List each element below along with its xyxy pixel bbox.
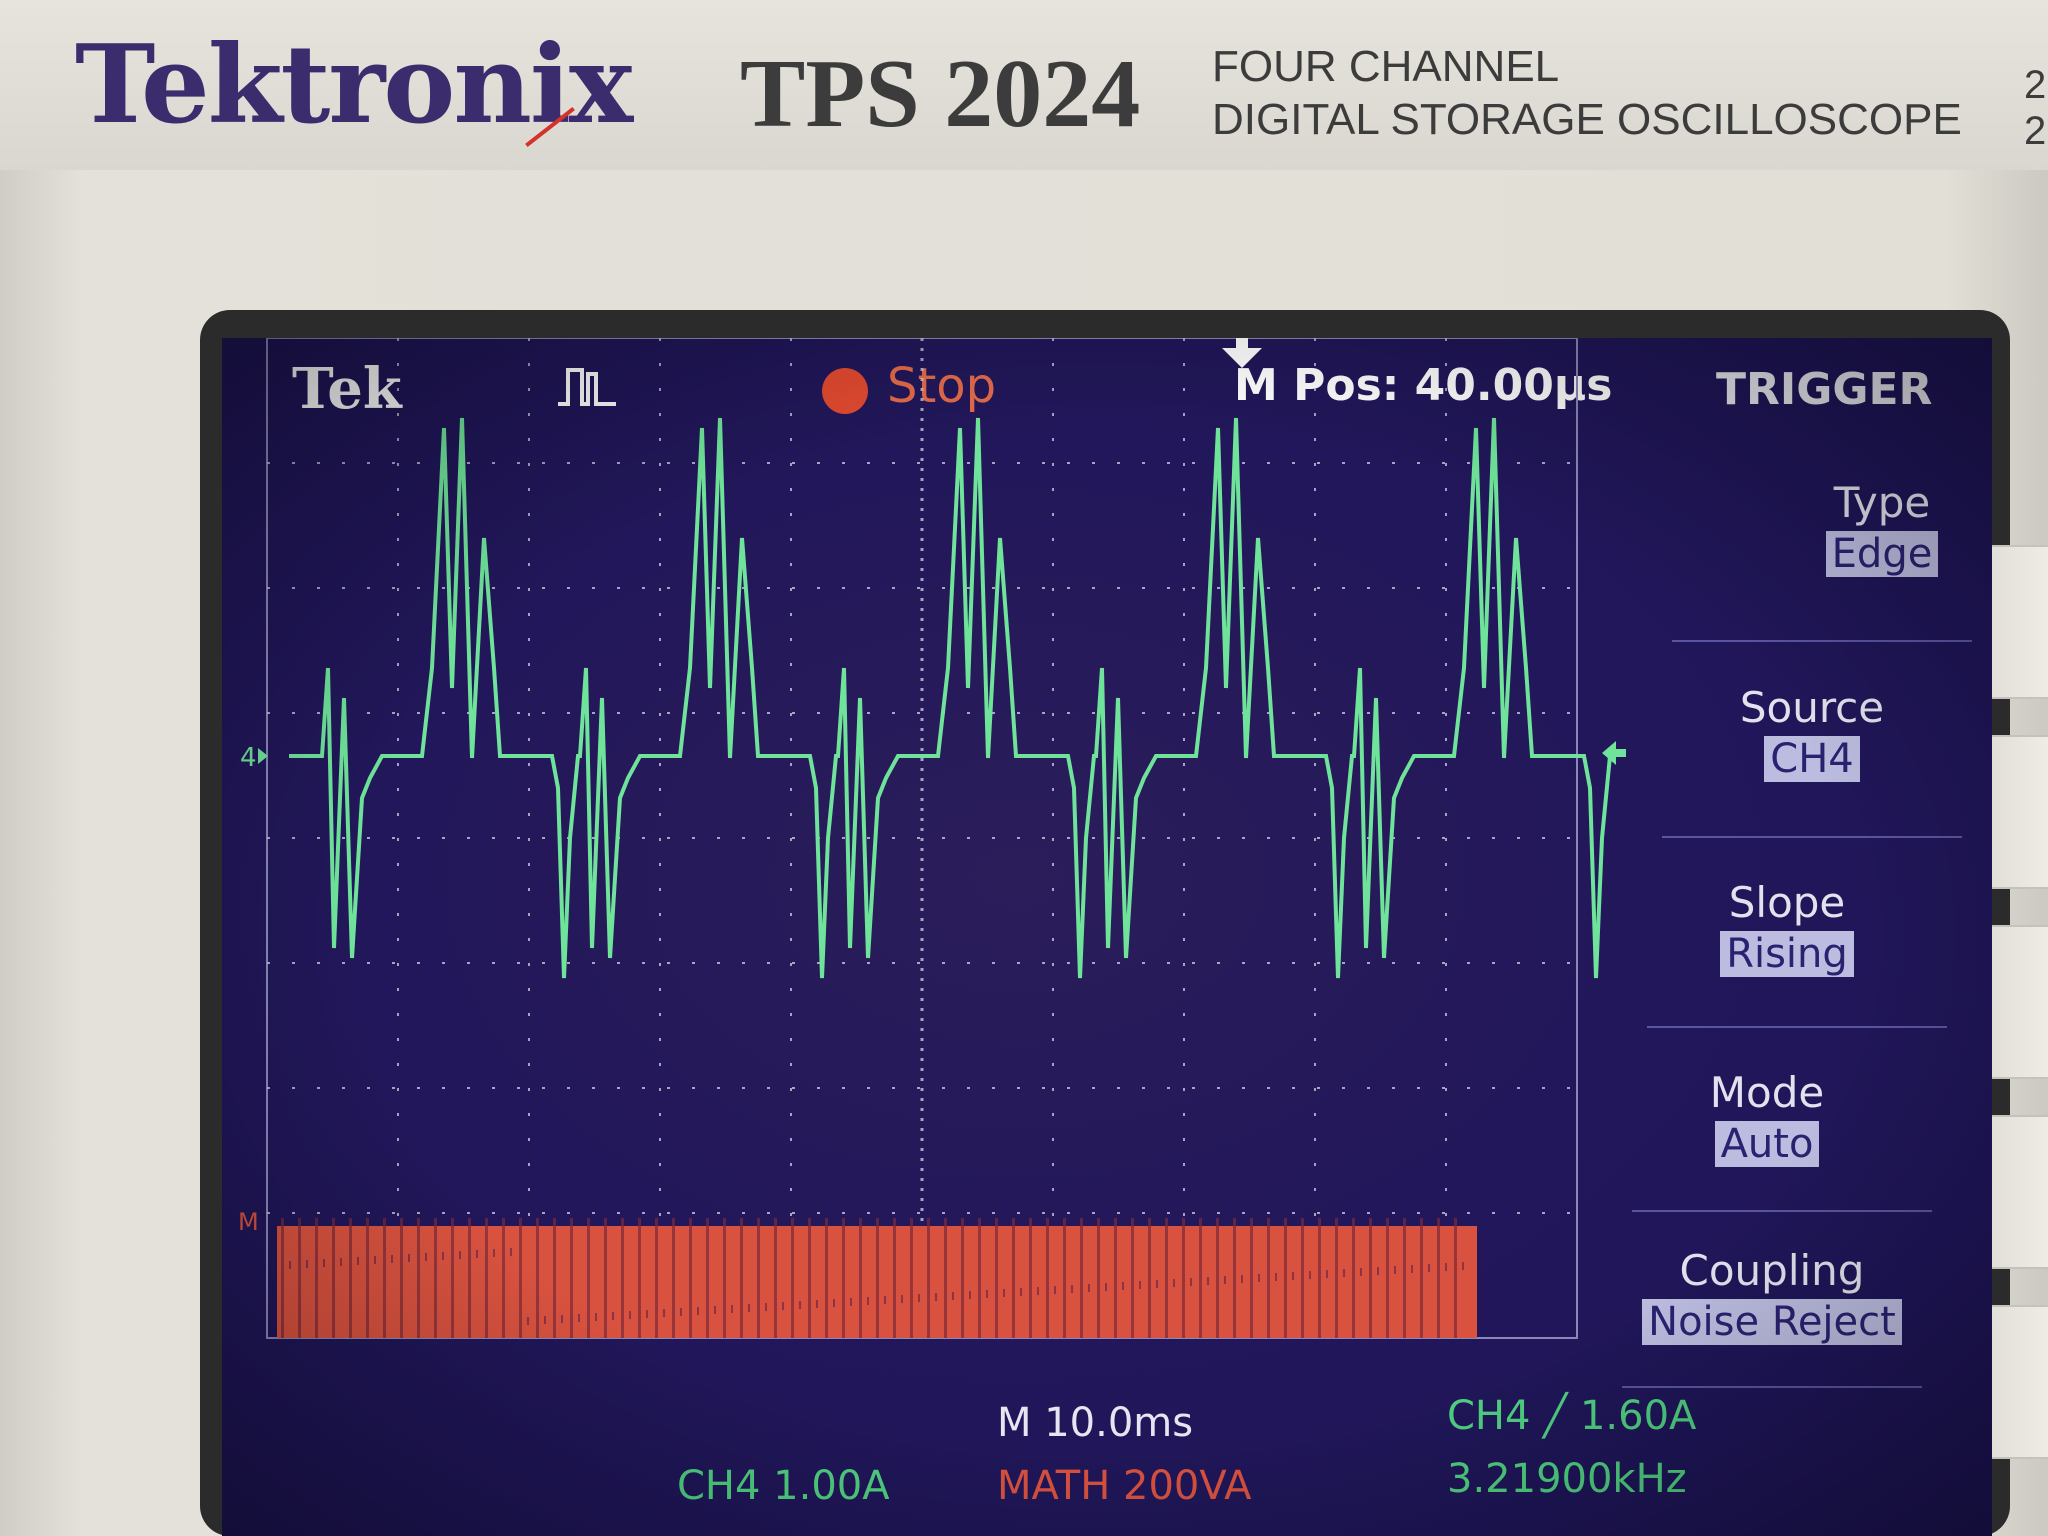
- menu-item-source[interactable]: Source CH4: [1692, 683, 1932, 782]
- menu-label: Coupling: [1679, 1246, 1865, 1295]
- channel-markers: 4M: [238, 743, 268, 1236]
- graticule-grid: [266, 338, 1626, 1339]
- menu-separator: [1622, 1386, 1922, 1388]
- description-line-1: FOUR CHANNEL: [1212, 42, 1560, 91]
- timebase-readout: M 10.0ms: [997, 1400, 1194, 1446]
- math-scale-readout: MATH 200VA: [997, 1463, 1252, 1509]
- description-line-2: DIGITAL STORAGE OSCILLOSCOPE: [1212, 95, 1962, 144]
- menu-item-mode[interactable]: Mode Auto: [1647, 1068, 1887, 1167]
- menu-value: Auto: [1714, 1121, 1820, 1167]
- instrument-top-bezel: Tektronix TPS 2024 FOUR CHANNEL DIGITAL …: [0, 0, 2048, 173]
- menu-label: Mode: [1709, 1068, 1825, 1117]
- menu-item-coupling[interactable]: Coupling Noise Reject: [1622, 1246, 1922, 1345]
- ch4-ground-marker: 4: [240, 743, 257, 773]
- menu-value: Noise Reject: [1642, 1299, 1902, 1345]
- oscilloscope-screen: Tek Stop M Pos: 40.00µs TRIGGER 4M Type …: [222, 338, 1992, 1536]
- model-label: TPS 2024: [740, 40, 1141, 148]
- ch4-scale-readout: CH4 1.00A: [677, 1463, 890, 1509]
- menu-separator: [1647, 1026, 1947, 1028]
- menu-separator: [1672, 640, 1972, 642]
- menu-item-slope[interactable]: Slope Rising: [1667, 878, 1907, 977]
- menu-value: CH4: [1764, 736, 1860, 782]
- ch4-trace: [289, 417, 1612, 979]
- frequency-readout: 3.21900kHz: [1447, 1456, 1687, 1502]
- menu-separator: [1632, 1210, 1932, 1212]
- menu-label: Slope: [1728, 878, 1846, 927]
- menu-value: Rising: [1720, 931, 1854, 977]
- edge-digits: 2 2: [2024, 63, 2047, 153]
- menu-separator: [1662, 836, 1962, 838]
- math-ground-marker: M: [238, 1208, 259, 1236]
- menu-label: Type: [1833, 478, 1931, 527]
- menu-value: Edge: [1825, 531, 1939, 577]
- menu-label: Source: [1739, 683, 1885, 732]
- trigger-readout: CH4 ╱ 1.60A: [1447, 1393, 1697, 1439]
- math-trace: [277, 1218, 1477, 1338]
- menu-item-type[interactable]: Type Edge: [1762, 478, 1992, 577]
